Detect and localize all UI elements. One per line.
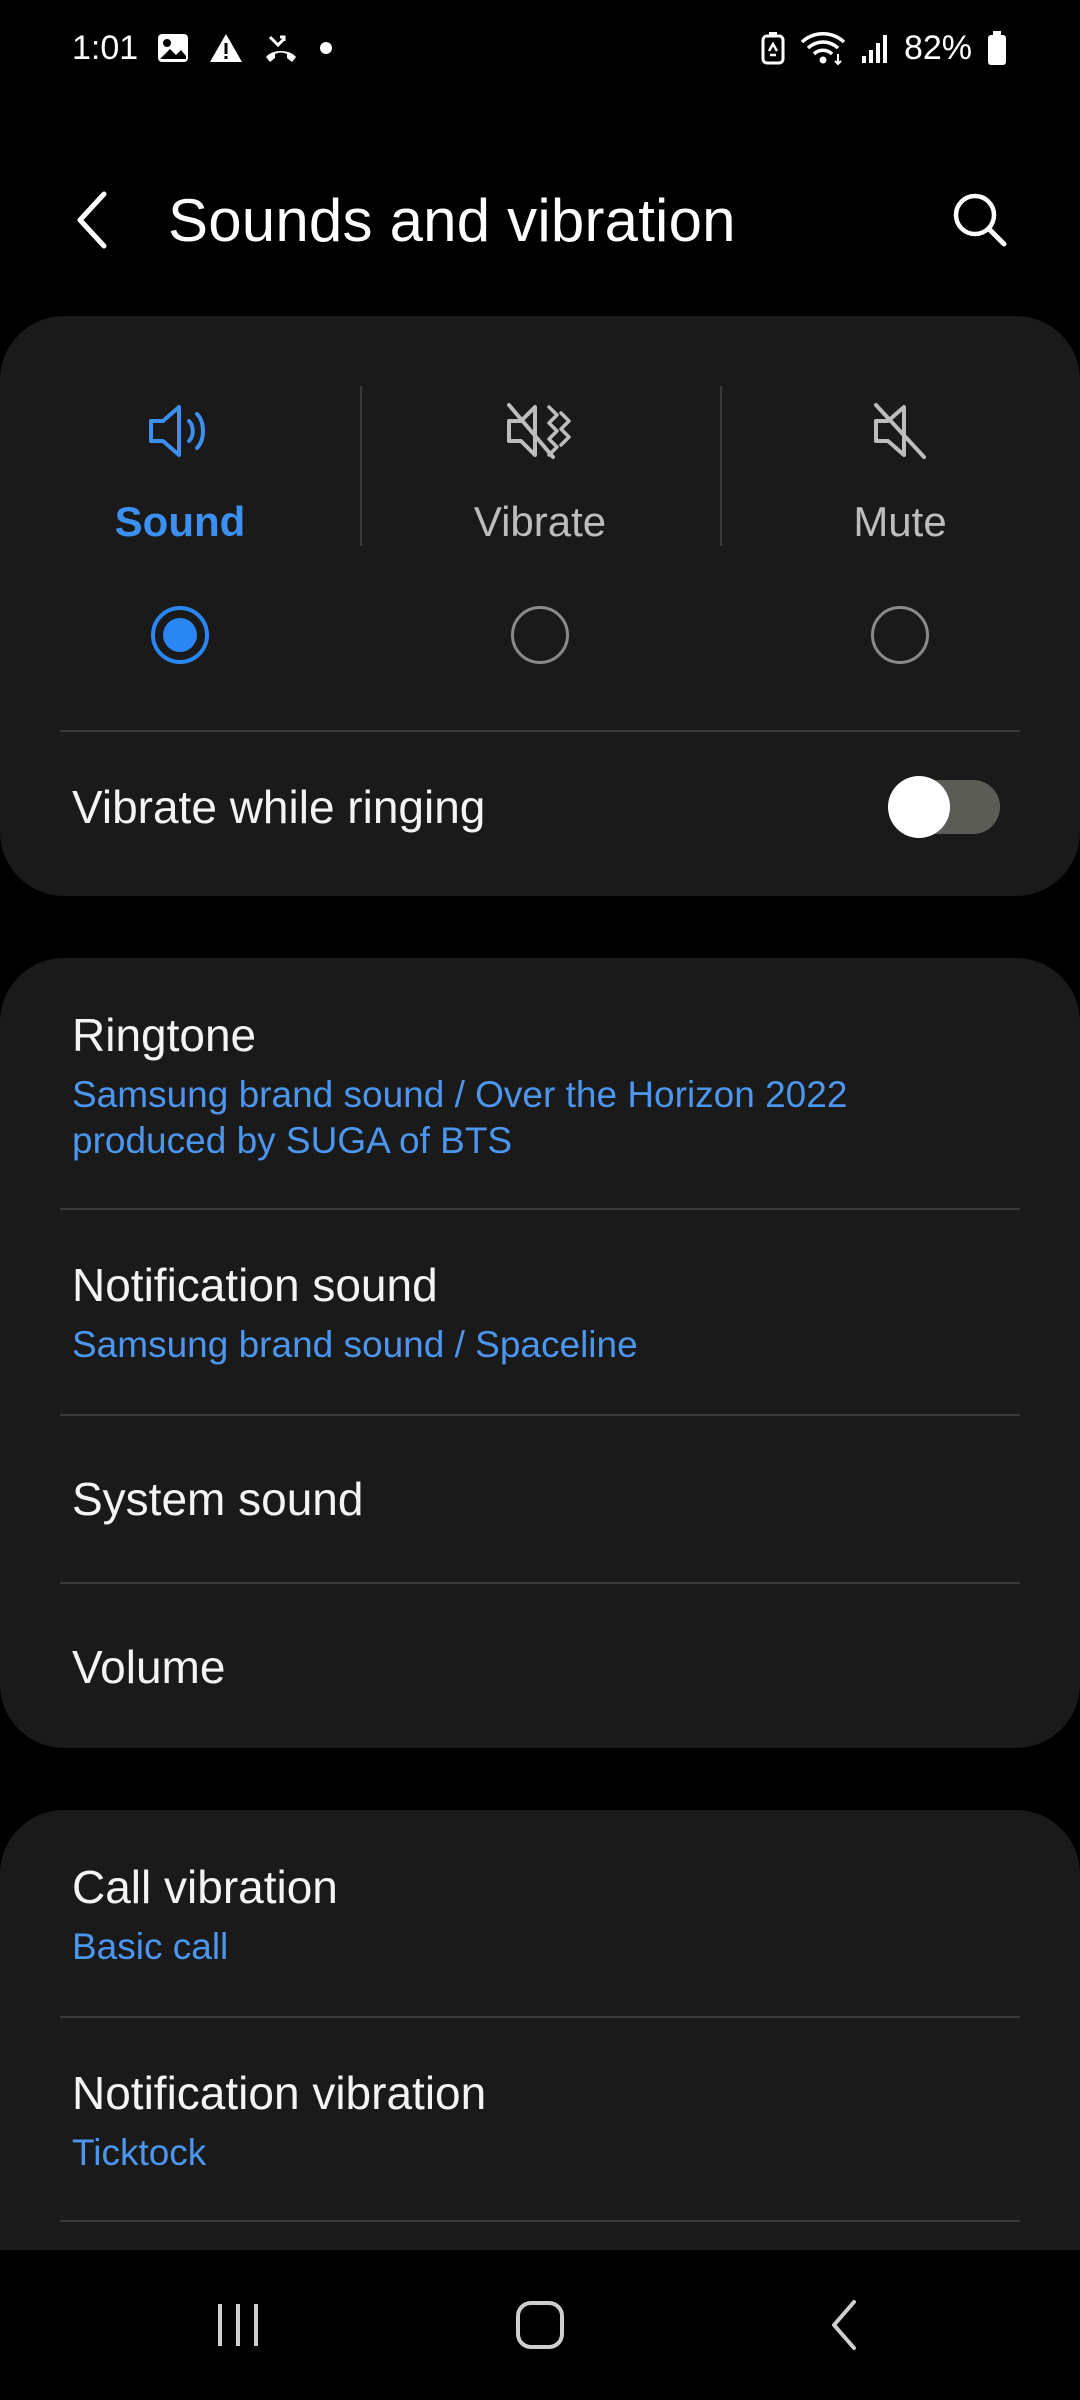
app-bar: Sounds and vibration [0,160,1080,280]
mode-vibrate-label: Vibrate [473,498,607,545]
vibrate-icon [505,386,575,476]
wifi-icon [800,30,846,66]
signal-icon [860,32,890,64]
vibration-settings-card: Call vibration Basic call Notification v… [0,1810,1080,2310]
notification-sound-value: Samsung brand sound / Spaceline [72,1324,638,1365]
mode-divider [360,386,362,546]
recents-button[interactable] [138,2250,338,2400]
sound-settings-card: Ringtone Samsung brand sound / Over the … [0,958,1080,1748]
mode-sound-label: Sound [114,498,246,545]
radio-sound[interactable] [151,606,209,664]
back-button[interactable] [60,180,124,260]
search-icon [953,193,1007,247]
volume-title: Volume [72,1641,226,1693]
warning-icon [208,32,244,64]
ringtone-title: Ringtone [72,1009,257,1061]
gallery-icon [156,32,190,64]
mode-divider [720,386,722,546]
search-button[interactable] [940,180,1020,260]
ringtone-value: Samsung brand sound / Over the Horizon 2… [72,1074,848,1161]
speaker-icon [145,386,215,476]
volume-row[interactable]: Volume [0,1584,1080,1748]
toggle-knob [888,776,950,838]
call-vibration-title: Call vibration [72,1861,338,1913]
mode-mute-label: Mute [853,498,947,545]
back-arrow-icon [77,191,107,249]
mode-mute[interactable]: Mute [720,386,1080,606]
notification-sound-title: Notification sound [72,1259,438,1311]
home-icon [516,2301,564,2349]
system-sound-title: System sound [72,1473,364,1525]
call-vibration-value: Basic call [72,1926,229,1967]
notification-vibration-title: Notification vibration [72,2067,487,2119]
mode-sound[interactable]: Sound [0,386,360,606]
back-icon [832,2300,856,2350]
battery-icon [986,30,1008,66]
dot-icon [318,40,334,56]
sound-mode-card: Sound Vibrate Mute Vibrate while ringing [0,316,1080,896]
notification-vibration-row[interactable]: Notification vibration Ticktock [0,2018,1080,2222]
system-sound-row[interactable]: System sound [0,1416,1080,1582]
mode-vibrate[interactable]: Vibrate [360,386,720,606]
battery-saver-icon [760,31,786,65]
navigation-bar [0,2250,1080,2400]
page-title: Sounds and vibration [168,186,736,254]
notification-sound-row[interactable]: Notification sound Samsung brand sound /… [0,1210,1080,1414]
radio-mute[interactable] [871,606,929,664]
radio-vibrate[interactable] [511,606,569,664]
vibrate-while-ringing-toggle[interactable] [888,776,1000,838]
recents-icon [218,2304,258,2346]
battery-percent: 82% [903,28,972,67]
nav-back-button[interactable] [744,2250,944,2400]
notification-vibration-value: Ticktock [72,2132,207,2173]
divider [60,2220,1020,2222]
ringtone-row[interactable]: Ringtone Samsung brand sound / Over the … [0,958,1080,1208]
missed-call-icon [262,31,300,65]
vibrate-while-ringing-label: Vibrate while ringing [72,781,486,833]
home-button[interactable] [440,2250,640,2400]
call-vibration-row[interactable]: Call vibration Basic call [0,1810,1080,2016]
status-time: 1:01 [72,28,139,67]
status-bar: 1:01 82% [0,0,1080,96]
mute-icon [870,386,930,476]
vibrate-while-ringing-row[interactable]: Vibrate while ringing [0,732,1080,882]
